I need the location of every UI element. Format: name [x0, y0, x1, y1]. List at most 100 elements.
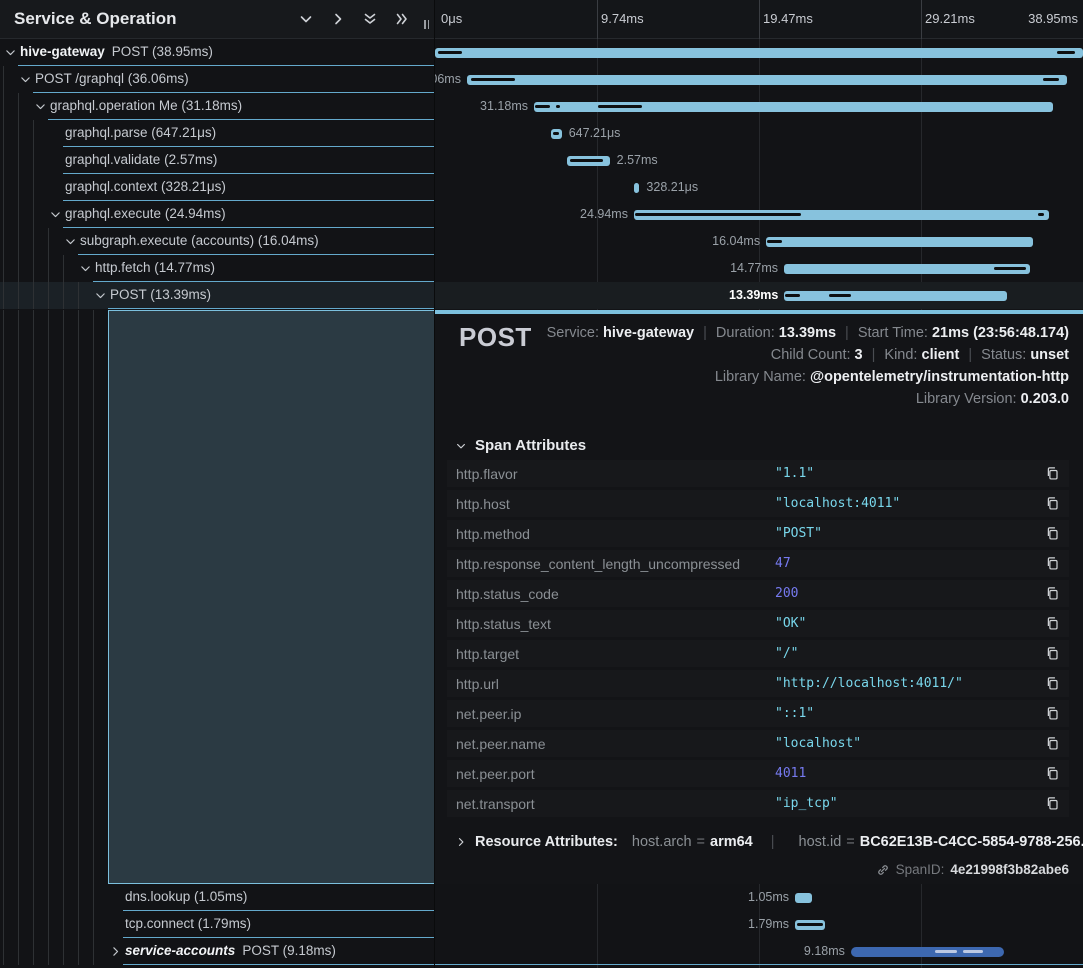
- chevron-down-icon[interactable]: [19, 73, 32, 86]
- indent-guide: [63, 938, 64, 965]
- tree-row[interactable]: POST (13.39ms): [0, 282, 435, 309]
- copy-icon[interactable]: [1045, 586, 1060, 601]
- copy-icon[interactable]: [1045, 766, 1060, 781]
- copy-icon[interactable]: [1045, 646, 1060, 661]
- timeline-ruler: 0μs 9.74ms 19.47ms 29.21ms 38.95ms: [435, 0, 1083, 39]
- span-bar[interactable]: [784, 291, 1007, 301]
- child-span-marker: [797, 923, 823, 926]
- tree-row[interactable]: tcp.connect (1.79ms): [0, 911, 435, 938]
- timeline-row[interactable]: 13.39ms: [435, 282, 1083, 309]
- copy-icon[interactable]: [1045, 796, 1060, 811]
- timeline-row[interactable]: 9.18ms: [435, 938, 1083, 965]
- span-bar[interactable]: [467, 75, 1067, 85]
- double-chevron-right-icon[interactable]: [394, 11, 410, 27]
- chevron-down-icon[interactable]: [34, 100, 47, 113]
- chevron-down-icon[interactable]: [49, 208, 62, 221]
- tree-row[interactable]: hive-gatewayPOST (38.95ms): [0, 39, 435, 66]
- copy-icon[interactable]: [1045, 556, 1060, 571]
- copy-icon[interactable]: [1045, 526, 1060, 541]
- tree-row[interactable]: http.fetch (14.77ms): [0, 255, 435, 282]
- resource-pair: host.arch=arm64: [626, 834, 753, 850]
- duration-label: 1.05ms: [748, 884, 789, 911]
- duration-label: 24.94ms: [580, 201, 628, 228]
- span-name-label: tcp.connect (1.79ms): [125, 911, 251, 937]
- tree-row[interactable]: graphql.context (328.21μs): [0, 174, 435, 201]
- timeline-row[interactable]: 24.94ms: [435, 201, 1083, 228]
- attribute-row: http.response_content_length_uncompresse…: [447, 550, 1069, 577]
- attribute-key: http.host: [447, 496, 775, 512]
- span-attributes-toggle[interactable]: Span Attributes: [455, 437, 586, 454]
- row-separator: [435, 964, 1083, 965]
- copy-icon[interactable]: [1045, 706, 1060, 721]
- tree-row[interactable]: graphql.operation Me (31.18ms): [0, 93, 435, 120]
- span-name-label: POST /graphql (36.06ms): [35, 66, 189, 92]
- child-span-marker: [438, 51, 462, 54]
- chevron-down-icon[interactable]: [79, 262, 92, 275]
- tree-row[interactable]: graphql.validate (2.57ms): [0, 147, 435, 174]
- copy-icon[interactable]: [1045, 466, 1060, 481]
- timeline-row[interactable]: 1.05ms: [435, 884, 1083, 911]
- attribute-value: "/": [775, 646, 1045, 661]
- double-chevron-down-icon[interactable]: [362, 11, 378, 27]
- resource-attributes-title: Resource Attributes:: [475, 834, 618, 850]
- attribute-value: "localhost": [775, 736, 1045, 751]
- ruler-tick-label: 9.74ms: [601, 0, 644, 38]
- panel-divider[interactable]: [434, 0, 435, 968]
- indent-guide: [3, 147, 4, 174]
- indent-guide: [63, 310, 64, 884]
- chevron-down-icon[interactable]: [298, 11, 314, 27]
- attribute-value: "ip_tcp": [775, 796, 1045, 811]
- trace-timeline-view: Service & Operation hive-gatewayPOST (38…: [0, 0, 1083, 968]
- child-span-marker: [1057, 51, 1075, 54]
- timeline-row[interactable]: 647.21μs: [435, 120, 1083, 147]
- timeline-row[interactable]: 16.04ms: [435, 228, 1083, 255]
- span-bar[interactable]: [435, 48, 1083, 58]
- copy-icon[interactable]: [1045, 616, 1060, 631]
- child-span-marker: [570, 159, 603, 162]
- span-bar[interactable]: [784, 264, 1030, 274]
- child-span-marker: [935, 950, 957, 953]
- copy-icon[interactable]: [1045, 496, 1060, 511]
- tree-row[interactable]: subgraph.execute (accounts) (16.04ms): [0, 228, 435, 255]
- chevron-right-icon[interactable]: [455, 836, 467, 848]
- indent-guide: [63, 255, 64, 282]
- column-resize-handle[interactable]: [424, 20, 429, 29]
- span-detail-summary-line1: Service: hive-gateway|Duration: 13.39ms|…: [547, 322, 1069, 344]
- span-bar[interactable]: [766, 237, 1033, 247]
- timeline-row[interactable]: 328.21μs: [435, 174, 1083, 201]
- tree-row[interactable]: service-accountsPOST (9.18ms): [0, 938, 435, 965]
- chevron-down-icon: [455, 440, 467, 452]
- copy-icon[interactable]: [1045, 676, 1060, 691]
- child-span-marker: [598, 105, 642, 108]
- attribute-key: http.method: [447, 526, 775, 542]
- chevron-right-icon[interactable]: [330, 11, 346, 27]
- tree-row[interactable]: graphql.parse (647.21μs): [0, 120, 435, 147]
- indent-guide: [33, 147, 34, 174]
- tree-row[interactable]: dns.lookup (1.05ms): [0, 884, 435, 911]
- span-name-label: dns.lookup (1.05ms): [125, 884, 247, 910]
- copy-icon[interactable]: [1045, 736, 1060, 751]
- indent-guide: [33, 201, 34, 228]
- timeline-row[interactable]: 31.18ms: [435, 93, 1083, 120]
- chevron-down-icon[interactable]: [4, 46, 17, 59]
- span-name-label: subgraph.execute (accounts) (16.04ms): [80, 228, 319, 254]
- chevron-down-icon[interactable]: [94, 289, 107, 302]
- attribute-value: 200: [775, 586, 1045, 601]
- link-icon[interactable]: [876, 863, 890, 877]
- span-bar[interactable]: [634, 183, 639, 193]
- timeline-row[interactable]: 2.57ms: [435, 147, 1083, 174]
- chevron-down-icon[interactable]: [64, 235, 77, 248]
- timeline-row[interactable]: 36.06ms: [435, 66, 1083, 93]
- tree-row[interactable]: POST /graphql (36.06ms): [0, 66, 435, 93]
- duration-label: 328.21μs: [646, 174, 698, 201]
- chevron-right-icon[interactable]: [109, 945, 122, 958]
- resource-pair: host.id=BC62E13B-C4CC-5854-9788-256...: [793, 834, 1083, 850]
- tree-row[interactable]: graphql.execute (24.94ms): [0, 201, 435, 228]
- attribute-key: net.peer.ip: [447, 706, 775, 722]
- timeline-row[interactable]: 14.77ms: [435, 255, 1083, 282]
- span-detail-title: POST: [459, 322, 532, 353]
- span-bar[interactable]: [795, 893, 812, 903]
- indent-guide: [63, 884, 64, 911]
- timeline-row[interactable]: 1.79ms: [435, 911, 1083, 938]
- timeline-row[interactable]: 38.95ms: [435, 39, 1083, 66]
